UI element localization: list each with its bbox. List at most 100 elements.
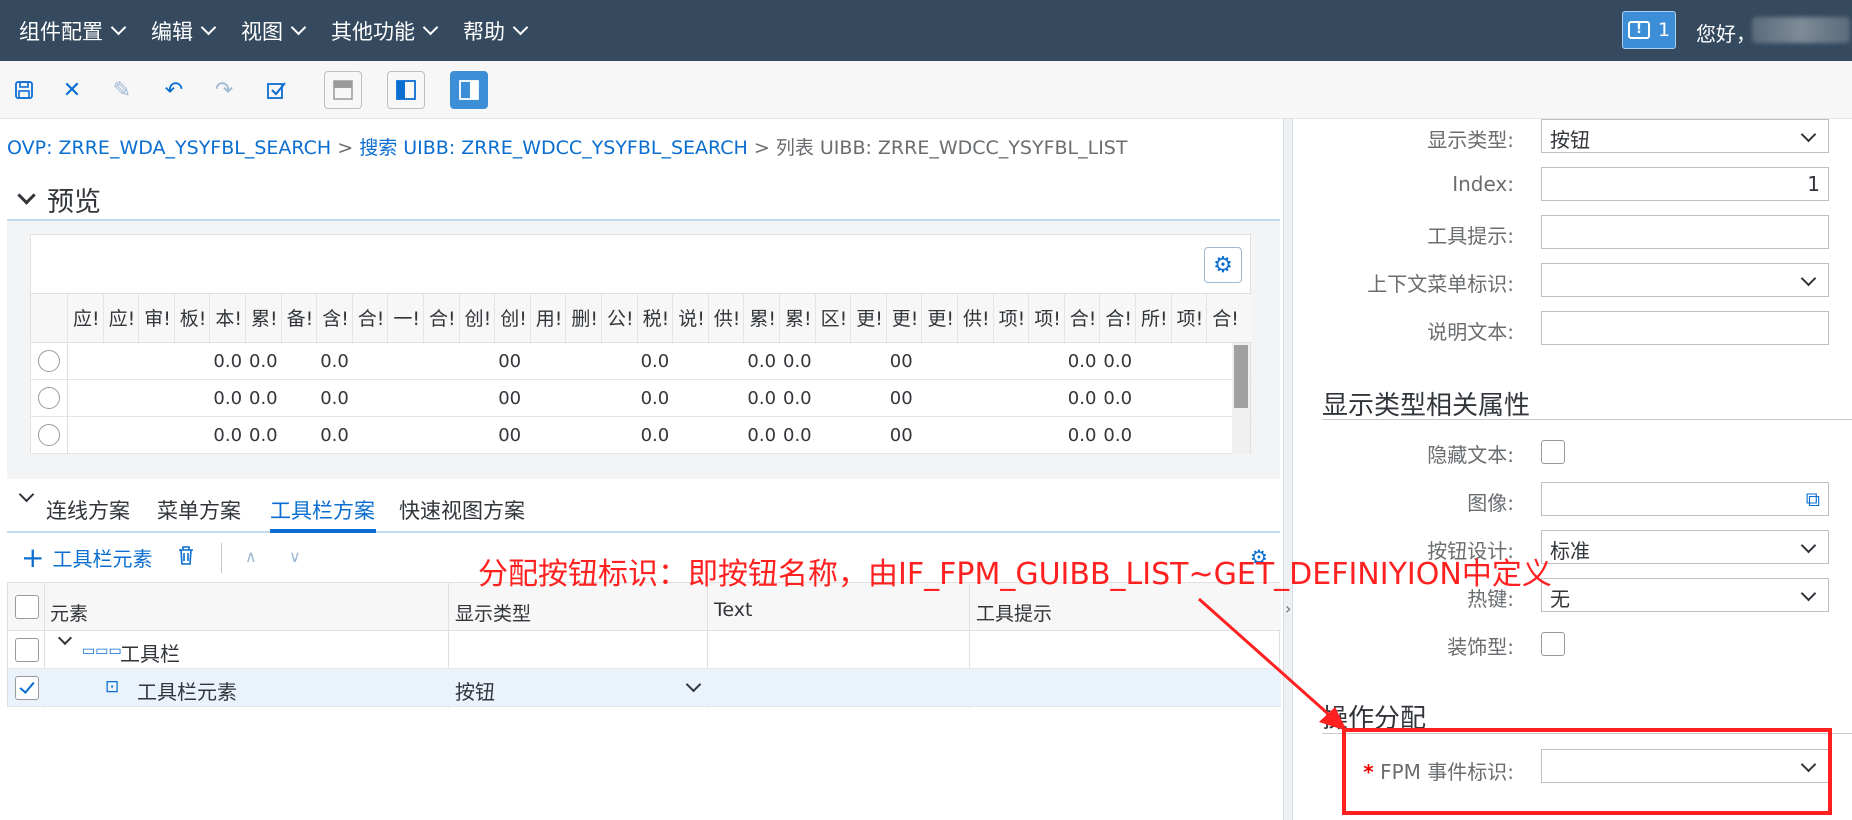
row-checkbox[interactable] [15,638,39,662]
preview-column-header[interactable]: 项! [992,294,1029,344]
preview-cell: 00 [889,351,913,372]
row-radio-button[interactable] [38,424,60,446]
row-radio-button[interactable] [38,350,60,372]
field-input[interactable]: ⧉ [1541,482,1829,516]
save-icon[interactable] [8,74,40,106]
preview-row[interactable]: 0.0 0.0 0.0 00 0.0 0.0 0.0 00 0.0 0.0 [31,417,1252,454]
field-input[interactable] [1541,215,1829,249]
preview-column-header[interactable]: 供! [957,294,993,344]
add-toolbar-element-button[interactable]: + 工具栏元素 [21,543,152,572]
menu-component-config[interactable]: 组件配置 [19,16,127,46]
divider [1322,419,1852,420]
settings-gear-icon[interactable]: ⚙ [1204,247,1242,283]
preview-column-header[interactable]: 创! [458,294,495,344]
field-input[interactable]: 1 [1541,167,1829,201]
vertical-scrollbar[interactable] [1232,343,1250,454]
row-checkbox[interactable] [15,676,39,700]
row-radio-button[interactable] [38,387,60,409]
preview-column-header[interactable]: 累! [779,294,815,344]
preview-column-header[interactable]: 合! [1206,294,1242,344]
column-divider [67,343,68,380]
breadcrumb-ovp[interactable]: OVP: ZRRE_WDA_YSYFBL_SEARCH [7,137,331,159]
preview-column-header[interactable]: 更! [885,294,922,344]
menu-edit[interactable]: 编辑 [151,16,217,46]
preview-column-header[interactable]: 一! [387,294,423,344]
preview-column-header[interactable]: 项! [1170,294,1207,344]
preview-cell: 0.0 [213,351,243,372]
field-checkbox[interactable] [1541,632,1565,656]
table-row[interactable]: ▭▭▭ 工具栏 [8,630,1281,669]
menu-view[interactable]: 视图 [241,16,307,46]
preview-column-header[interactable]: 用! [529,294,566,344]
menu-label: 组件配置 [19,19,103,44]
preview-column-header[interactable]: 累! [743,294,779,344]
column-divider [67,380,68,417]
check-icon[interactable] [260,74,292,106]
preview-column-header[interactable]: 应! [67,294,103,344]
tab-wire-schema[interactable]: 连线方案 [46,495,130,525]
menu-help[interactable]: 帮助 [463,16,529,46]
chevron-down-icon[interactable] [18,486,35,503]
undo-icon[interactable]: ↶ [158,74,190,106]
preview-column-header[interactable]: 板! [173,294,210,344]
preview-cell: 0.0 [1067,425,1097,446]
select-all-checkbox[interactable] [15,595,39,619]
preview-column-header[interactable]: 合! [423,294,459,344]
preview-column-header[interactable]: 供! [707,294,744,344]
value-help-icon[interactable]: ⧉ [1806,487,1820,511]
chevron-down-icon [512,19,529,36]
layout-right-icon[interactable] [450,71,488,109]
field-dropdown[interactable]: 标准 [1541,530,1829,564]
preview-column-header[interactable]: 公! [601,294,637,344]
preview-column-header[interactable]: 删! [565,294,601,344]
field-dropdown[interactable]: 无 [1541,578,1829,612]
preview-column-header[interactable]: 合! [351,294,388,344]
preview-column-header[interactable]: 税! [636,294,673,344]
preview-column-header[interactable]: 审! [138,294,174,344]
field-dropdown[interactable] [1541,263,1829,297]
field-checkbox[interactable] [1541,440,1565,464]
preview-column-header[interactable]: 合! [1099,294,1135,344]
preview-column-header[interactable]: 本! [209,294,245,344]
preview-column-header[interactable]: 项! [1028,294,1064,344]
preview-column-header[interactable]: 含! [316,294,352,344]
preview-column-header[interactable]: 备! [280,294,317,344]
layout-top-icon[interactable] [324,71,362,109]
breadcrumb-separator: > [331,137,360,159]
field-dropdown[interactable]: 按钮 [1541,119,1829,153]
table-row[interactable]: ⊡ 工具栏元素 按钮 [8,669,1281,707]
notification-button[interactable]: ! 1 [1622,11,1676,49]
tab-quickview-schema[interactable]: 快速视图方案 [399,495,525,525]
preview-column-header[interactable]: 创! [494,294,530,344]
field-label: Index: [1452,172,1514,196]
preview-row[interactable]: 0.0 0.0 0.0 00 0.0 0.0 0.0 00 0.0 0.0 [31,343,1252,380]
separator [221,543,222,573]
layout-left-icon[interactable] [387,71,425,109]
preview-section-header[interactable]: 预览 [17,180,101,219]
menu-other[interactable]: 其他功能 [331,16,439,46]
preview-column-header[interactable]: 应! [102,294,139,344]
expand-chevron-icon[interactable] [57,630,73,646]
preview-cell: 0.0 [1067,351,1097,372]
menu-bar: 组件配置 编辑 视图 其他功能 帮助 [0,0,1852,61]
preview-column-header[interactable]: 合! [1063,294,1100,344]
preview-column-header[interactable]: 区! [814,294,851,344]
close-icon[interactable]: ✕ [56,74,88,106]
chevron-down-icon[interactable] [685,676,702,693]
chevron-down-icon [1800,126,1817,143]
preview-column-header[interactable]: 更! [850,294,886,344]
preview-cell: 0.0 [213,388,243,409]
row-display-type[interactable]: 按钮 [455,676,495,705]
tab-toolbar-schema[interactable]: 工具栏方案 [270,495,375,525]
preview-table: ⚙ 应! 应! 审! 板! 本! 累! 备! 含! 合! 一! 合! 创! 创! 用! 删! 公! 税! 说! 供!… [30,234,1252,454]
delete-icon[interactable] [177,545,195,570]
scrollbar-thumb[interactable] [1234,345,1248,408]
preview-column-header[interactable]: 说! [672,294,708,344]
breadcrumb-search-uibb[interactable]: 搜索 UIBB: ZRRE_WDCC_YSYFBL_SEARCH [359,137,748,159]
field-input[interactable] [1541,311,1829,345]
preview-column-header[interactable]: 所! [1135,294,1171,344]
tab-menu-schema[interactable]: 菜单方案 [157,495,241,525]
preview-column-header[interactable]: 累! [245,294,281,344]
preview-row[interactable]: 0.0 0.0 0.0 00 0.0 0.0 0.0 00 0.0 0.0 [31,380,1252,417]
preview-column-header[interactable]: 更! [921,294,957,344]
